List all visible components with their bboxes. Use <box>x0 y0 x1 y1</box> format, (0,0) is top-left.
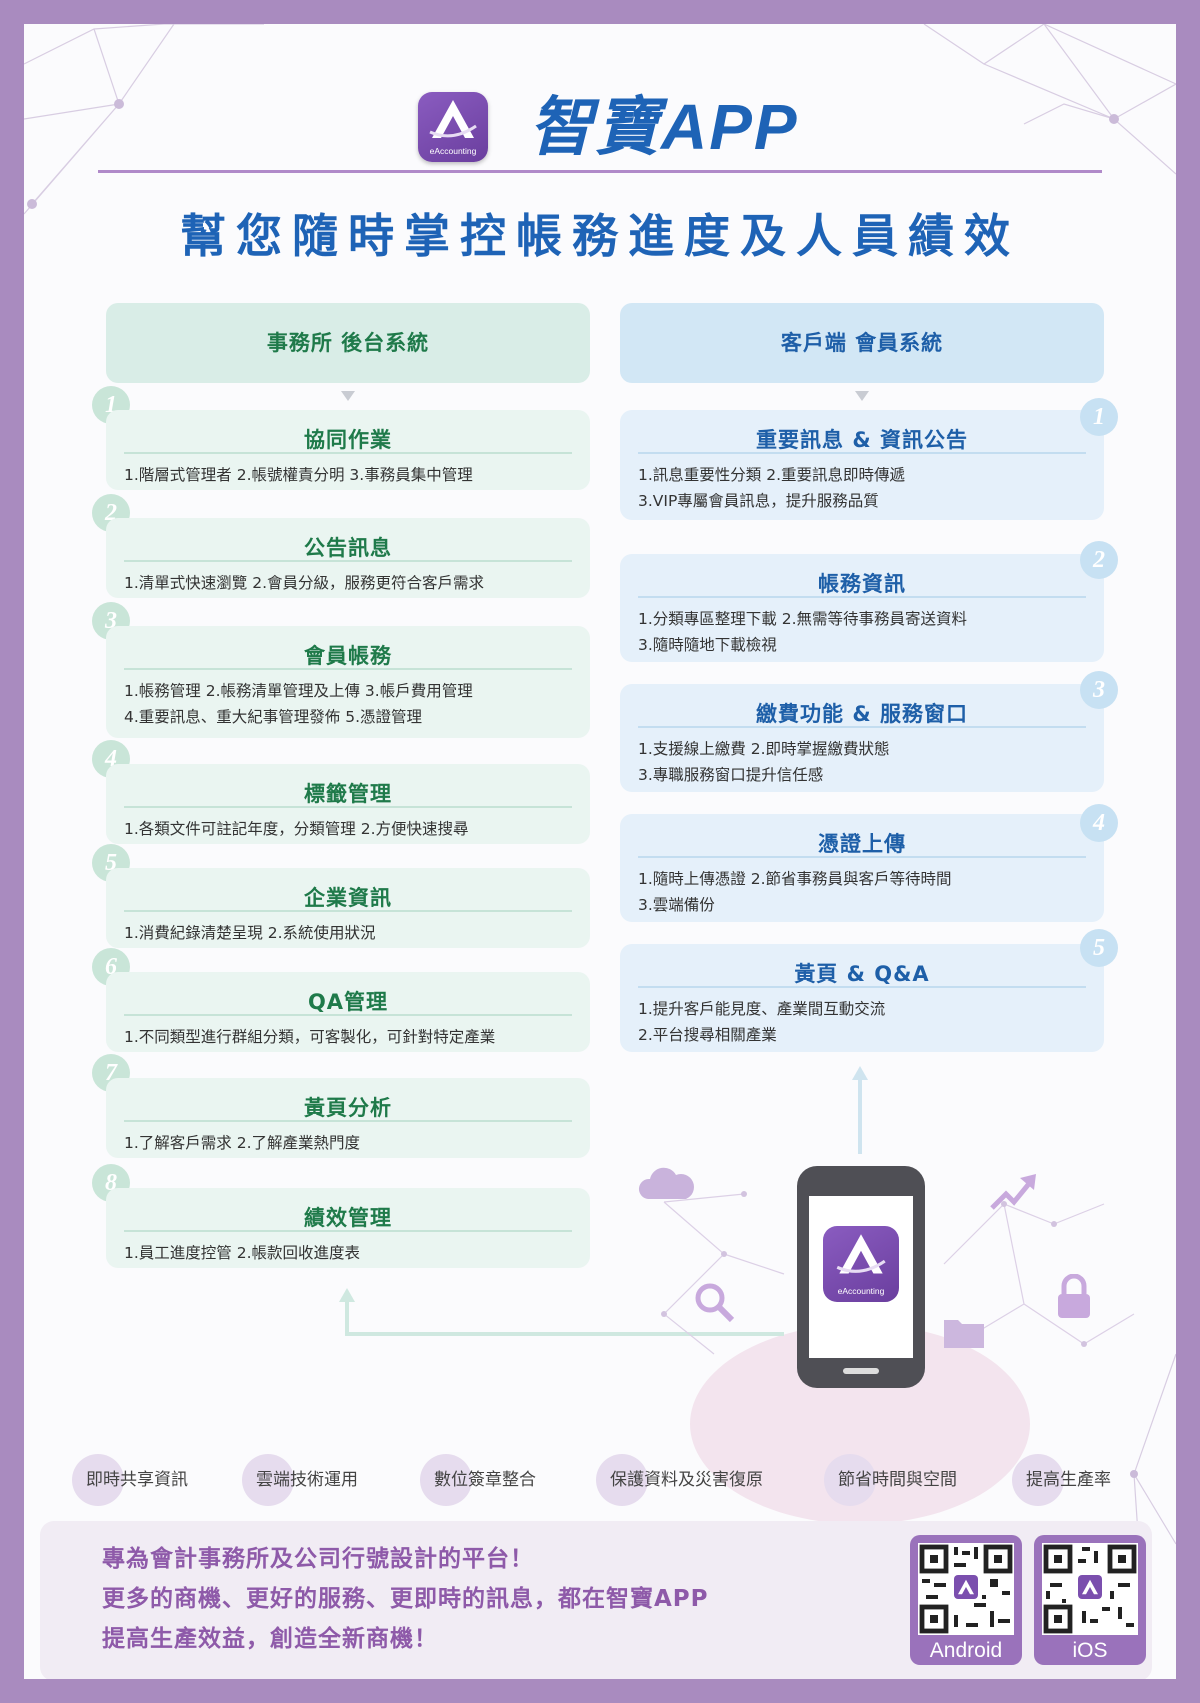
feature-item: 數位簽章整合 <box>420 1454 536 1506</box>
feature-label: 節省時間與空間 <box>838 1470 957 1490</box>
feature-item: 節省時間與空間 <box>824 1454 957 1506</box>
feature-label: 即時共享資訊 <box>86 1470 188 1490</box>
feature-label: 雲端技術運用 <box>256 1470 358 1490</box>
feature-label: 數位簽章整合 <box>434 1470 536 1490</box>
feature-item: 提高生產率 <box>1012 1454 1111 1506</box>
features-row: 即時共享資訊 雲端技術運用 數位簽章整合 保護資料及災害復原 節省時間與空間 提… <box>24 24 1176 1679</box>
feature-label: 提高生產率 <box>1026 1470 1111 1490</box>
feature-item: 即時共享資訊 <box>72 1454 188 1506</box>
feature-label: 保護資料及災害復原 <box>610 1470 763 1490</box>
feature-item: 保護資料及災害復原 <box>596 1454 763 1506</box>
poster-page: eAccounting 智寶APP 幫您隨時掌控帳務進度及人員績效 事務所 後台… <box>24 24 1176 1679</box>
feature-item: 雲端技術運用 <box>242 1454 358 1506</box>
